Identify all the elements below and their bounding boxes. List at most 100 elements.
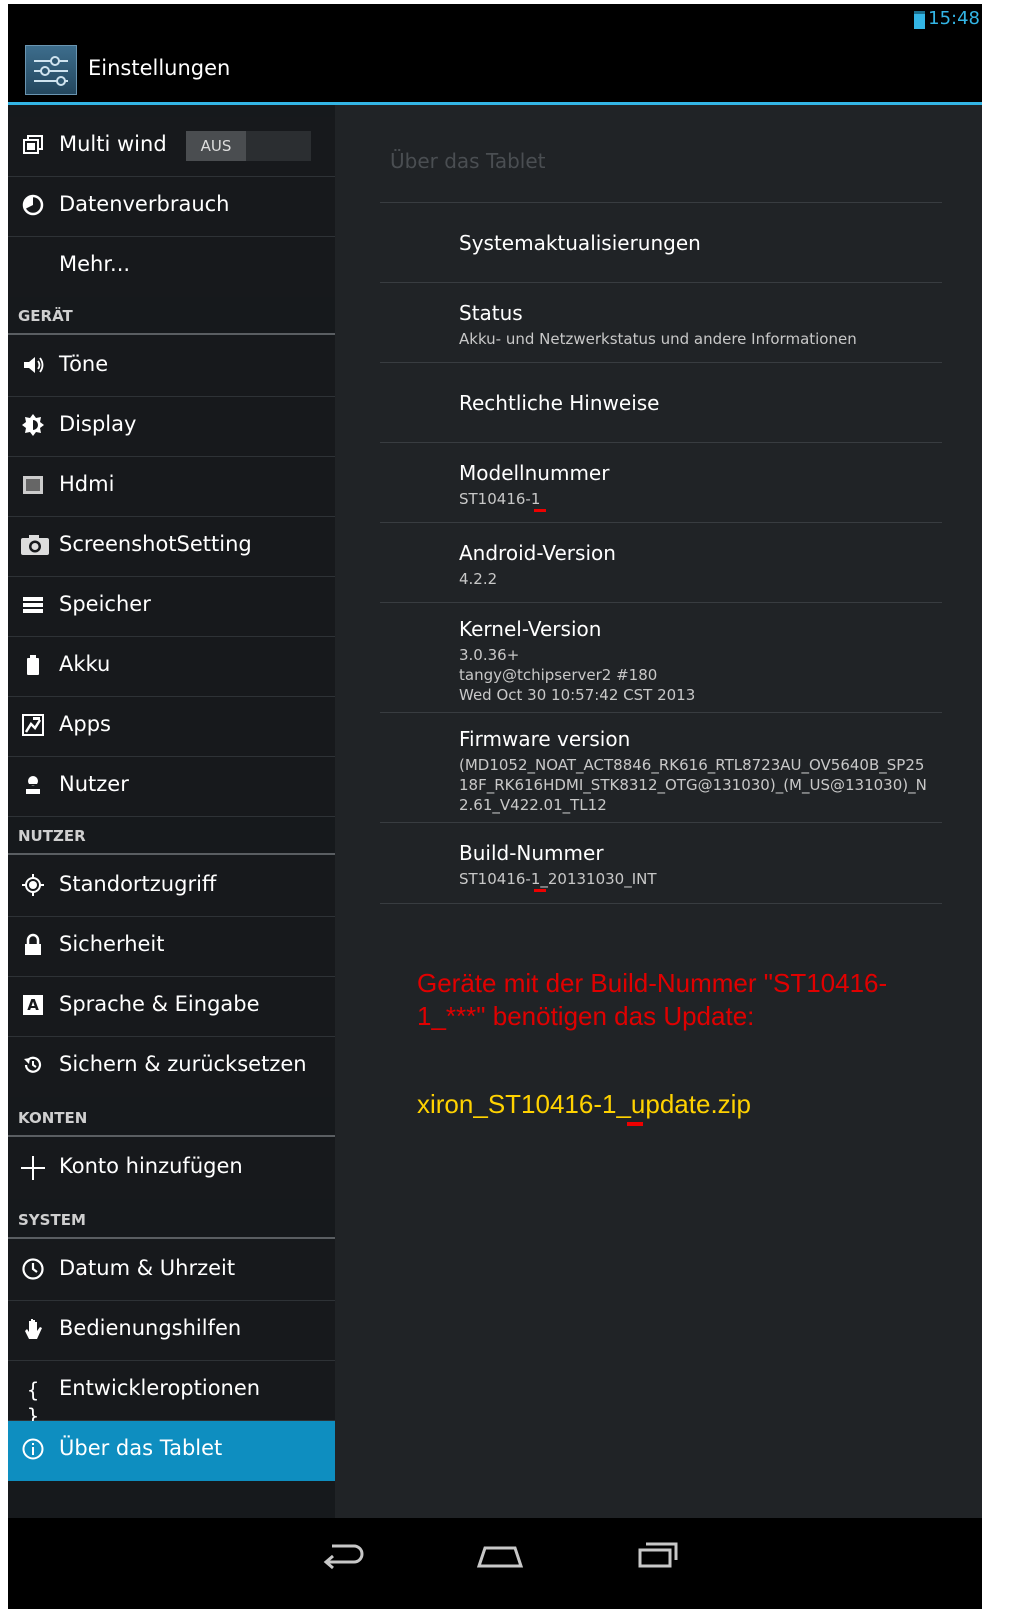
sidebar-item-sounds[interactable]: Töne xyxy=(8,337,335,397)
sidebar-item-label: Akku xyxy=(59,652,111,676)
sidebar-item-label: Apps xyxy=(59,712,111,736)
pref-summary-line: 3.0.36+ xyxy=(459,646,520,664)
about-tablet-panel: Über das Tablet Systemaktualisierungen S… xyxy=(335,105,982,1518)
sidebar-item-label: Töne xyxy=(59,352,109,376)
back-icon[interactable] xyxy=(318,1538,368,1578)
recent-apps-icon[interactable] xyxy=(633,1538,683,1578)
sidebar-item-add-account[interactable]: Konto hinzufügen xyxy=(8,1139,335,1199)
sidebar-item-label: Sichern & zurücksetzen xyxy=(59,1052,307,1076)
pref-summary: ST10416-1 xyxy=(459,490,541,508)
pref-kernel-version: Kernel-Version 3.0.36+ tangy@tchipserver… xyxy=(380,602,942,713)
section-header-system: SYSTEM xyxy=(8,1201,335,1239)
toggle-state: AUS xyxy=(186,131,246,161)
section-header-label: SYSTEM xyxy=(18,1211,86,1229)
sidebar-item-data-usage[interactable]: Datenverbrauch xyxy=(8,177,335,237)
sidebar-item-accessibility[interactable]: Bedienungshilfen xyxy=(8,1301,335,1361)
sidebar-item-label: ScreenshotSetting xyxy=(59,532,252,556)
apps-icon xyxy=(20,713,46,739)
sidebar-item-screenshot[interactable]: ScreenshotSetting xyxy=(8,517,335,577)
brightness-icon xyxy=(20,413,46,439)
pref-summary: (MD1052_NOAT_ACT8846_RK616_RTL8723AU_OV5… xyxy=(459,756,927,814)
sidebar-item-more[interactable]: Mehr... xyxy=(8,237,335,297)
highlight-mark xyxy=(627,1122,643,1126)
sidebar-item-label: Nutzer xyxy=(59,772,129,796)
sidebar-item-datetime[interactable]: Datum & Uhrzeit xyxy=(8,1241,335,1301)
pref-title: Rechtliche Hinweise xyxy=(459,391,660,415)
camera-icon xyxy=(20,533,49,559)
sidebar-item-multi-window[interactable]: Multi wind AUS xyxy=(8,117,335,177)
sidebar-item-about[interactable]: Über das Tablet xyxy=(8,1421,335,1481)
section-header-label: KONTEN xyxy=(18,1109,88,1127)
sidebar-item-label: Sicherheit xyxy=(59,932,165,956)
pref-title: Build-Nummer xyxy=(459,841,604,865)
location-icon xyxy=(20,873,46,899)
update-filename: xiron_ST10416-1_update.zip xyxy=(417,1089,751,1119)
pref-title: Modellnummer xyxy=(459,461,610,485)
breadcrumb: Über das Tablet xyxy=(390,149,546,173)
sidebar-item-apps[interactable]: Apps xyxy=(8,697,335,757)
sidebar-item-storage[interactable]: Speicher xyxy=(8,577,335,637)
action-bar: Einstellungen xyxy=(8,36,982,105)
pref-firmware-version: Firmware version (MD1052_NOAT_ACT8846_RK… xyxy=(380,712,942,823)
status-bar: 15:48 xyxy=(8,4,982,36)
settings-sidebar: Multi wind AUS Datenverbrauch Mehr... GE… xyxy=(8,105,335,1518)
navigation-bar xyxy=(8,1518,982,1609)
pref-build-number: Build-Nummer ST10416-1_20131030_INT xyxy=(380,822,942,904)
clock-icon xyxy=(20,1257,46,1283)
section-header-label: NUTZER xyxy=(18,827,86,845)
sidebar-item-language[interactable]: A Sprache & Eingabe xyxy=(8,977,335,1037)
pref-status[interactable]: Status Akku- und Netzwerkstatus und ande… xyxy=(380,282,942,363)
battery-icon xyxy=(914,11,925,29)
hand-icon xyxy=(20,1317,46,1343)
pref-summary: Akku- und Netzwerkstatus und andere Info… xyxy=(459,330,857,348)
clock: 15:48 xyxy=(928,8,980,29)
sidebar-item-label: Standortzugriff xyxy=(59,872,217,896)
user-icon xyxy=(20,773,46,799)
highlight-mark xyxy=(534,889,546,892)
storage-icon xyxy=(20,593,46,619)
braces-icon: { } xyxy=(26,1378,40,1428)
sidebar-item-hdmi[interactable]: Hdmi xyxy=(8,457,335,517)
sidebar-item-display[interactable]: Display xyxy=(8,397,335,457)
home-icon[interactable] xyxy=(475,1538,525,1578)
pref-summary-line: tangy@tchipserver2 #180 xyxy=(459,666,658,684)
tablet-screen: 15:48 Einstellungen Multi wind AUS Daten… xyxy=(8,4,982,1609)
sidebar-item-label: Entwickleroptionen xyxy=(59,1376,261,1400)
section-header-device: GERÄT xyxy=(8,297,335,335)
lock-icon xyxy=(20,933,46,959)
sidebar-item-label: Konto hinzufügen xyxy=(59,1154,243,1178)
pref-system-updates[interactable]: Systemaktualisierungen xyxy=(380,202,942,283)
multi-window-toggle[interactable]: AUS xyxy=(186,131,311,161)
sidebar-item-label: Display xyxy=(59,412,137,436)
sidebar-item-security[interactable]: Sicherheit xyxy=(8,917,335,977)
sidebar-item-label: Über das Tablet xyxy=(59,1436,223,1460)
pref-title: Firmware version xyxy=(459,727,631,751)
pref-title: Systemaktualisierungen xyxy=(459,231,701,255)
pref-summary: 4.2.2 xyxy=(459,570,498,588)
section-header-label: GERÄT xyxy=(18,307,73,325)
sidebar-item-label: Mehr... xyxy=(59,252,131,276)
restore-icon xyxy=(20,1053,46,1079)
sidebar-item-users[interactable]: Nutzer xyxy=(8,757,335,817)
keyboard-a-icon: A xyxy=(20,993,46,1019)
sidebar-item-location[interactable]: Standortzugriff xyxy=(8,857,335,917)
multi-window-icon xyxy=(20,133,46,159)
speaker-icon xyxy=(20,353,46,379)
update-note: Geräte mit der Build-Nummer "ST10416-1_*… xyxy=(417,968,888,1031)
section-header-user: NUTZER xyxy=(8,817,335,855)
pref-legal[interactable]: Rechtliche Hinweise xyxy=(380,362,942,443)
info-icon xyxy=(20,1437,46,1463)
pref-summary: ST10416-1_20131030_INT xyxy=(459,870,657,888)
pref-android-version: Android-Version 4.2.2 xyxy=(380,522,942,603)
svg-text:A: A xyxy=(27,996,39,1014)
sidebar-item-backup[interactable]: Sichern & zurücksetzen xyxy=(8,1037,335,1097)
sidebar-item-developer[interactable]: { } Entwickleroptionen xyxy=(8,1361,335,1428)
sidebar-item-battery[interactable]: Akku xyxy=(8,637,335,697)
battery-icon xyxy=(20,653,46,679)
sidebar-item-label: Bedienungshilfen xyxy=(59,1316,242,1340)
settings-app-icon[interactable] xyxy=(25,45,77,95)
sidebar-item-label: Sprache & Eingabe xyxy=(59,992,260,1016)
sidebar-item-label: Speicher xyxy=(59,592,151,616)
section-header-accounts: KONTEN xyxy=(8,1099,335,1137)
pref-title: Android-Version xyxy=(459,541,616,565)
